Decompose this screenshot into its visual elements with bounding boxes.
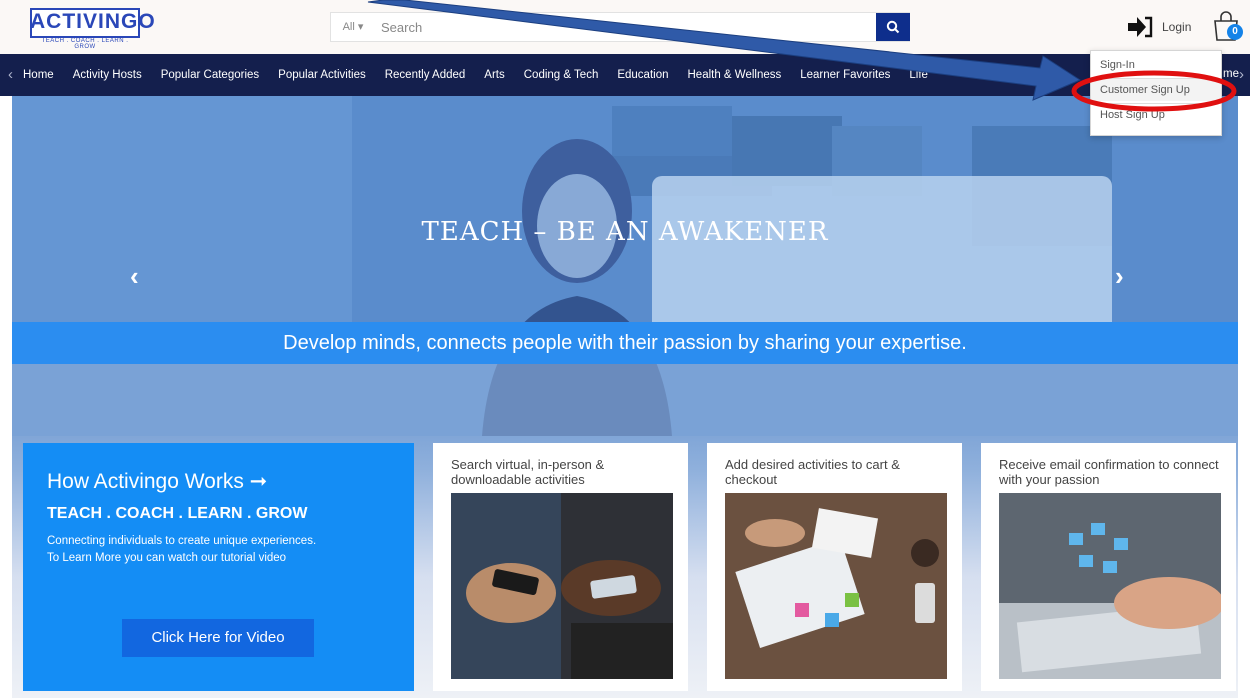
search-category-label: All bbox=[342, 21, 355, 33]
search-button[interactable] bbox=[876, 13, 910, 41]
how-desc-line2: To Learn More you can watch our tutorial… bbox=[47, 552, 287, 564]
nav-item-recently-added[interactable]: Recently Added bbox=[385, 69, 466, 81]
laptop-desk-photo bbox=[725, 493, 947, 679]
step-card-email: Receive email confirmation to connect wi… bbox=[981, 443, 1236, 691]
chevron-left-icon[interactable]: ‹ bbox=[130, 261, 139, 292]
dropdown-divider bbox=[1097, 103, 1215, 104]
search-bar: All ▾ bbox=[330, 12, 910, 42]
login-button[interactable]: Login bbox=[1128, 14, 1191, 40]
how-it-works-panel: How Activingo Works ➞ TEACH . COACH . LE… bbox=[23, 443, 414, 691]
caret-down-icon: ▾ bbox=[357, 21, 364, 33]
logo-tagline: TEACH . COACH . LEARN . GROW bbox=[41, 38, 129, 50]
nav-item-truncated[interactable]: me bbox=[1223, 68, 1239, 80]
login-label: Login bbox=[1162, 20, 1192, 34]
nav-item-life[interactable]: Life bbox=[909, 69, 928, 81]
nav-item-home[interactable]: Home bbox=[23, 69, 54, 81]
how-title: How Activingo Works ➞ bbox=[47, 470, 268, 493]
dropdown-item-sign-in[interactable]: Sign-In bbox=[1100, 59, 1135, 71]
phones-photo bbox=[451, 493, 673, 679]
cart-button[interactable]: 0 bbox=[1212, 10, 1246, 44]
nav-item-learner-favorites[interactable]: Learner Favorites bbox=[800, 69, 890, 81]
video-button[interactable]: Click Here for Video bbox=[122, 619, 314, 657]
site-header: ACTIVINGO TEACH . COACH . LEARN . GROW A… bbox=[0, 0, 1250, 54]
search-icon bbox=[886, 20, 900, 34]
step-card-search: Search virtual, in-person & downloadable… bbox=[433, 443, 688, 691]
hero-banner: Develop minds, connects people with thei… bbox=[12, 322, 1238, 364]
hero-title: TEACH – BE AN AWAKENER bbox=[421, 217, 829, 247]
nav-items: Home Activity Hosts Popular Categories P… bbox=[23, 54, 947, 96]
nav-item-arts[interactable]: Arts bbox=[484, 69, 504, 81]
dropdown-divider bbox=[1097, 78, 1215, 79]
nav-item-activity-hosts[interactable]: Activity Hosts bbox=[73, 69, 142, 81]
logo-name: ACTIVINGO bbox=[30, 10, 156, 33]
nav-item-popular-categories[interactable]: Popular Categories bbox=[161, 69, 259, 81]
how-subtitle: TEACH . COACH . LEARN . GROW bbox=[47, 505, 308, 522]
nav-item-health-wellness[interactable]: Health & Wellness bbox=[688, 69, 782, 81]
login-dropdown-menu: Sign-In Customer Sign Up Host Sign Up bbox=[1090, 50, 1222, 136]
activingo-logo[interactable]: ACTIVINGO TEACH . COACH . LEARN . GROW bbox=[30, 8, 156, 50]
how-description: Connecting individuals to create unique … bbox=[47, 533, 387, 567]
nav-item-popular-activities[interactable]: Popular Activities bbox=[278, 69, 366, 81]
nav-item-education[interactable]: Education bbox=[617, 69, 668, 81]
nav-scroll-right-icon[interactable]: › bbox=[1239, 66, 1244, 83]
nav-scroll-left-icon[interactable]: ‹ bbox=[8, 66, 13, 83]
chevron-right-icon[interactable]: › bbox=[1115, 261, 1124, 292]
main-nav: ‹ Home Activity Hosts Popular Categories… bbox=[0, 54, 1250, 96]
dropdown-item-customer-sign-up[interactable]: Customer Sign Up bbox=[1100, 84, 1190, 96]
keyboard-typing-photo bbox=[999, 493, 1221, 679]
login-arrow-icon bbox=[1128, 16, 1153, 38]
card-text: Search virtual, in-person & downloadable… bbox=[451, 457, 605, 487]
card-text: Receive email confirmation to connect wi… bbox=[999, 457, 1219, 487]
dropdown-item-host-sign-up[interactable]: Host Sign Up bbox=[1100, 109, 1165, 121]
search-input[interactable] bbox=[381, 13, 871, 41]
step-card-cart: Add desired activities to cart & checkou… bbox=[707, 443, 962, 691]
cart-count-badge: 0 bbox=[1227, 24, 1243, 40]
hero-photo bbox=[12, 96, 1238, 436]
nav-item-coding-tech[interactable]: Coding & Tech bbox=[524, 69, 599, 81]
search-category-select[interactable]: All ▾ bbox=[331, 13, 375, 41]
card-text: Add desired activities to cart & checkou… bbox=[725, 457, 900, 487]
how-desc-line1: Connecting individuals to create unique … bbox=[47, 535, 317, 547]
